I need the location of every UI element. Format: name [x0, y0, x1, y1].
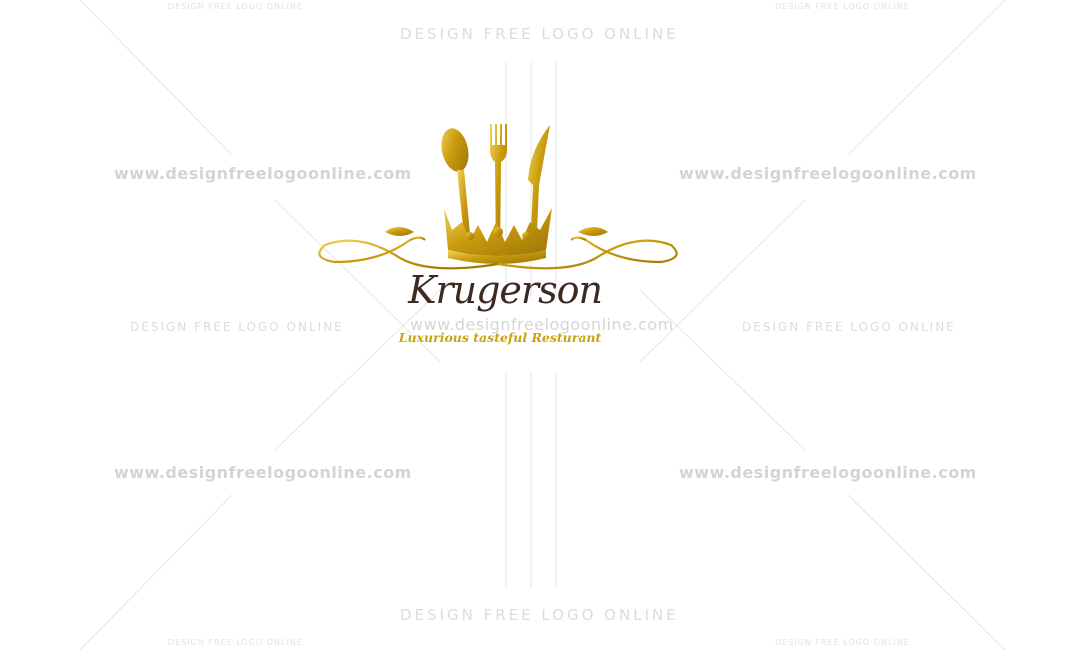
crown-with-spoon-fork-knife-icon — [318, 124, 678, 270]
tagline: Luxurious tasteful Resturant — [398, 330, 602, 345]
brand-name: Krugerson — [408, 268, 603, 312]
leaf-icon — [385, 227, 414, 236]
leaf-icon — [578, 227, 608, 236]
spoon-icon — [441, 128, 469, 172]
